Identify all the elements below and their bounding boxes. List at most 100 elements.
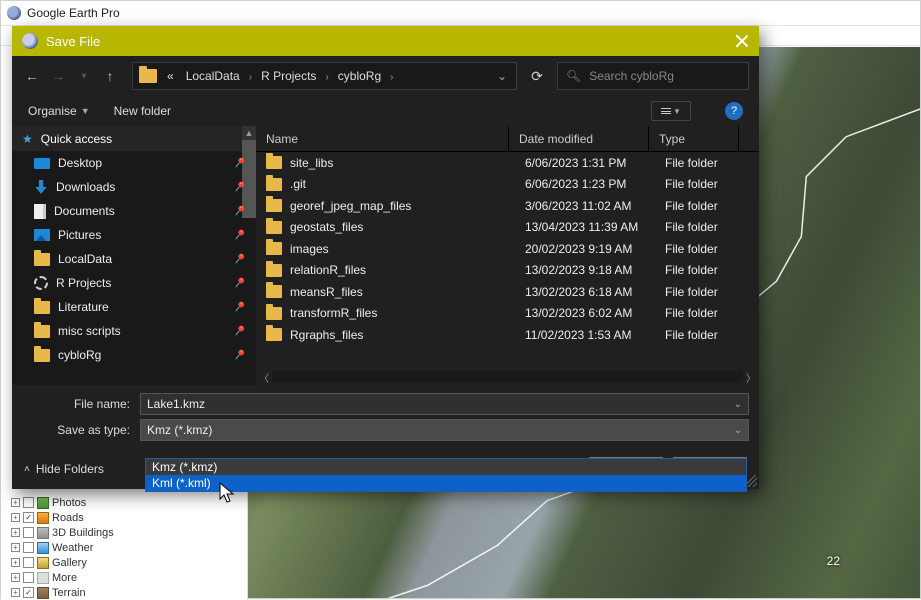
sidebar-scroll-up[interactable]: ▲ [242,126,256,140]
layer-checkbox[interactable] [23,542,34,553]
breadcrumb-prefix[interactable]: « [161,69,180,83]
file-vertical-scrollbar[interactable] [743,152,759,369]
file-row[interactable]: transformR_files13/02/2023 6:02 AMFile f… [256,303,743,325]
file-row[interactable]: relationR_files13/02/2023 9:18 AMFile fo… [256,260,743,282]
view-mode-button[interactable]: ▼ [651,101,691,121]
breadcrumb-segment[interactable]: R Projects [255,69,322,83]
file-row[interactable]: geostats_files13/04/2023 11:39 AMFile fo… [256,217,743,239]
sidebar-item[interactable]: misc scripts📍 [12,319,256,343]
chevron-down-icon[interactable]: ⌄ [734,399,742,410]
expander-icon[interactable]: + [11,573,20,582]
folder-icon [266,156,282,169]
file-horizontal-scrollbar[interactable]: 〈 〉 [256,369,759,385]
layer-checkbox[interactable] [23,497,34,508]
layer-row[interactable]: +✓Roads [11,510,114,525]
file-row[interactable]: georef_jpeg_map_files3/06/2023 11:02 AMF… [256,195,743,217]
saveastype-option[interactable]: Kml (*.kml) [146,475,746,491]
expander-icon[interactable]: + [11,528,20,537]
sidebar-item[interactable]: Downloads📍 [12,175,256,199]
saveastype-dropdown[interactable]: Kmz (*.kmz)Kml (*.kml) [145,458,747,492]
nav-recent-button[interactable]: ▾ [74,66,94,86]
nav-back-button[interactable]: ← [22,66,42,86]
close-icon[interactable] [735,34,749,48]
hide-folders-toggle[interactable]: ˄ Hide Folders [24,462,104,476]
chevron-right-icon[interactable]: › [322,72,331,83]
layer-row[interactable]: +Photos [11,495,114,510]
layer-row[interactable]: +More [11,570,114,585]
breadcrumb-folder-icon [139,69,157,83]
expander-icon[interactable]: + [11,588,20,597]
expander-icon[interactable]: + [11,513,20,522]
layer-checkbox[interactable]: ✓ [23,512,34,523]
layer-row[interactable]: +Weather [11,540,114,555]
save-file-dialog: Save File ← → ▾ ↑ « LocalData›R Projects… [12,26,759,489]
filename-input[interactable]: Lake1.kmz ⌄ [140,393,749,415]
app-titlebar[interactable]: Google Earth Pro [1,1,920,26]
file-row[interactable]: Rgraphs_files11/02/2023 1:53 AMFile fold… [256,324,743,346]
chevron-right-icon[interactable]: › [387,72,396,83]
pin-icon: 📍 [229,322,248,341]
saveastype-option[interactable]: Kmz (*.kmz) [146,459,746,475]
pic-icon [34,229,50,241]
file-date: 13/02/2023 6:02 AM [525,306,665,320]
nav-forward-button[interactable]: → [48,66,68,86]
nav-up-button[interactable]: ↑ [100,66,120,86]
column-header-date[interactable]: Date modified [509,126,649,151]
sidebar-item[interactable]: Pictures📍 [12,223,256,247]
dialog-titlebar[interactable]: Save File [12,26,759,56]
search-placeholder: Search cybloRg [589,69,674,83]
sidebar-item[interactable]: cybloRg📍 [12,343,256,367]
file-row[interactable]: meansR_files13/02/2023 6:18 AMFile folde… [256,281,743,303]
chevron-down-icon[interactable]: ⌄ [734,425,742,436]
chevron-down-icon: ▼ [81,106,90,116]
column-header-type[interactable]: Type [649,126,739,151]
layer-checkbox[interactable] [23,527,34,538]
file-date: 13/04/2023 11:39 AM [525,220,665,234]
new-folder-button[interactable]: New folder [114,104,171,118]
layer-row[interactable]: +✓ Terrain [11,585,114,600]
breadcrumb[interactable]: « LocalData›R Projects›cybloRg› ⌄ [132,62,517,90]
layer-row[interactable]: +Gallery [11,555,114,570]
file-row[interactable]: images20/02/2023 9:19 AMFile folder [256,238,743,260]
sidebar-item[interactable]: Documents📍 [12,199,256,223]
sidebar-item[interactable]: Literature📍 [12,295,256,319]
file-row[interactable]: site_libs6/06/2023 1:31 PMFile folder [256,152,743,174]
refresh-button[interactable]: ⟳ [523,62,551,90]
file-list[interactable]: site_libs6/06/2023 1:31 PMFile folder.gi… [256,152,743,369]
sidebar-quick-access[interactable]: ★ Quick access [12,126,256,151]
sidebar-item[interactable]: R Projects📍 [12,271,256,295]
expander-icon[interactable]: + [11,558,20,567]
breadcrumb-dropdown-icon[interactable]: ⌄ [490,69,514,83]
list-view-icon [661,108,671,114]
sidebar-item[interactable]: Desktop📍 [12,151,256,175]
scroll-right-icon[interactable]: 〉 [743,370,759,385]
filename-label: File name: [22,397,134,411]
layer-label: 3D Buildings [52,527,114,539]
rproj-icon [34,276,48,290]
scroll-left-icon[interactable]: 〈 [256,370,272,385]
breadcrumb-segment[interactable]: LocalData [180,69,246,83]
file-name: site_libs [290,156,525,170]
file-type: File folder [665,177,743,191]
file-type: File folder [665,328,743,342]
layer-checkbox[interactable] [23,572,34,583]
layer-checkbox[interactable] [23,557,34,568]
file-scroll-up[interactable] [739,126,759,151]
layer-row[interactable]: +3D Buildings [11,525,114,540]
organise-button[interactable]: Organise ▼ [28,104,90,118]
column-header-name[interactable]: Name [256,126,509,151]
search-input[interactable]: 🔍︎ Search cybloRg [557,62,749,90]
folder-icon [266,328,282,341]
sidebar-item[interactable]: LocalData📍 [12,247,256,271]
help-button[interactable]: ? [725,102,743,120]
layer-icon [37,572,49,584]
breadcrumb-segment[interactable]: cybloRg [332,69,387,83]
saveastype-select[interactable]: Kmz (*.kmz) ⌄ [140,419,749,441]
layer-checkbox[interactable]: ✓ [23,587,34,598]
expander-icon[interactable]: + [11,498,20,507]
chevron-right-icon[interactable]: › [246,72,255,83]
sidebar-item-label: Literature [58,300,109,314]
file-row[interactable]: .git6/06/2023 1:23 PMFile folder [256,174,743,196]
layer-label: Terrain [52,587,86,599]
expander-icon[interactable]: + [11,543,20,552]
